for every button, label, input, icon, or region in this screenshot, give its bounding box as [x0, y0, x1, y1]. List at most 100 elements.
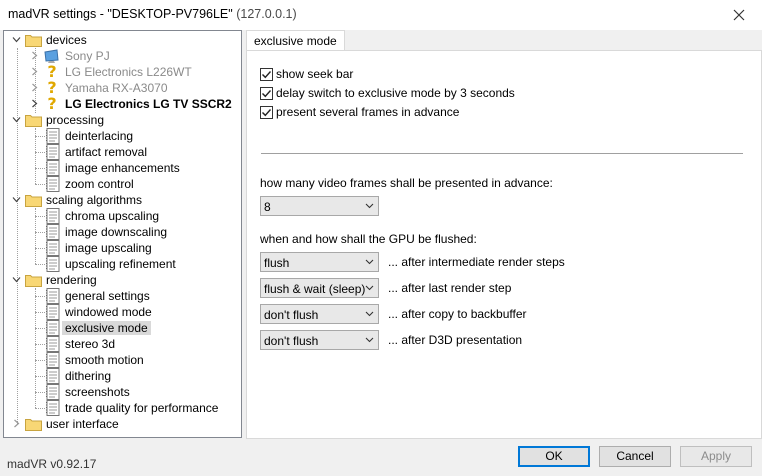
unknown-device-icon: ?	[47, 94, 57, 113]
flush-last-value: flush & wait (sleep)	[264, 282, 366, 296]
window-title: madVR settings - "DESKTOP-PV796LE" (127.…	[8, 7, 297, 21]
flush-d3d-select[interactable]: don't flush	[260, 330, 379, 350]
settings-page-icon	[46, 352, 60, 368]
settings-content: exclusive mode show seek bar delay switc…	[246, 30, 762, 439]
tree-label-general-settings: general settings	[65, 289, 150, 303]
tree-label-processing: processing	[46, 113, 105, 127]
tree-label-screenshots: screenshots	[65, 385, 130, 399]
present-frames-label: present several frames in advance	[276, 105, 460, 119]
settings-page-icon	[46, 368, 60, 384]
close-icon	[733, 9, 745, 21]
flush-intermediate-select[interactable]: flush	[260, 252, 379, 272]
checkbox-box[interactable]	[260, 87, 273, 100]
frames-select[interactable]: 8	[260, 196, 379, 216]
tree-label-lg-tv: LG Electronics LG TV SSCR2	[65, 97, 232, 111]
chevron-right-icon[interactable]	[30, 83, 39, 92]
checkbox-box[interactable]	[260, 68, 273, 81]
tree-label-windowed-mode: windowed mode	[65, 305, 152, 319]
settings-page-icon	[46, 160, 60, 176]
flush-last-select[interactable]: flush & wait (sleep)	[260, 278, 379, 298]
tree-label-dithering: dithering	[65, 369, 112, 383]
flush-backbuffer-select[interactable]: don't flush	[260, 304, 379, 324]
settings-page-icon	[46, 400, 60, 416]
tree-label-deinterlacing: deinterlacing	[65, 129, 134, 143]
tree-label-stereo-3d: stereo 3d	[65, 337, 116, 351]
tree-label-smooth-motion: smooth motion	[65, 353, 144, 367]
settings-page-icon	[46, 128, 60, 144]
chevron-down-icon	[365, 337, 374, 343]
tree-label-upscaling-refinement: upscaling refinement	[65, 257, 176, 271]
settings-page-icon	[46, 240, 60, 256]
tree-label-rendering: rendering	[46, 273, 97, 287]
folder-icon	[25, 35, 42, 47]
folder-icon	[25, 195, 42, 207]
chevron-down-icon[interactable]	[12, 195, 21, 204]
chevron-right-icon[interactable]	[30, 51, 39, 60]
settings-tree[interactable]: devices Sony PJ ? LG Electronics L226WT …	[3, 30, 242, 438]
tab-panel: show seek bar delay switch to exclusive …	[246, 50, 762, 439]
show-seek-bar-label: show seek bar	[276, 67, 354, 81]
version-label: madVR v0.92.17	[7, 457, 97, 471]
tree-label-image-enhancements: image enhancements	[65, 161, 180, 175]
chevron-down-icon[interactable]	[12, 35, 21, 44]
flush-backbuffer-value: don't flush	[264, 308, 319, 322]
tree-label-zoom-control: zoom control	[65, 177, 134, 191]
chevron-down-icon	[365, 285, 374, 291]
flush-backbuffer-label: ... after copy to backbuffer	[388, 307, 527, 321]
chevron-right-icon[interactable]	[30, 99, 39, 108]
title-bar: madVR settings - "DESKTOP-PV796LE" (127.…	[0, 0, 762, 30]
settings-page-icon	[46, 256, 60, 272]
separator	[261, 153, 743, 154]
checkmark-icon	[262, 109, 272, 117]
settings-page-icon	[46, 336, 60, 352]
flush-d3d-label: ... after D3D presentation	[388, 333, 523, 347]
tree-label-user-interface: user interface	[46, 417, 119, 431]
tree-label-image-downscaling: image downscaling	[65, 225, 168, 239]
folder-icon	[25, 419, 42, 431]
tree-label-image-upscaling: image upscaling	[65, 241, 152, 255]
chevron-right-icon[interactable]	[30, 67, 39, 76]
folder-icon	[25, 115, 42, 127]
checkmark-icon	[262, 71, 272, 79]
tree-label-trade-quality: trade quality for performance	[65, 401, 219, 415]
settings-page-icon	[46, 144, 60, 160]
flush-d3d-value: don't flush	[264, 334, 319, 348]
settings-page-icon	[46, 208, 60, 224]
delay-switch-label: delay switch to exclusive mode by 3 seco…	[276, 86, 515, 100]
settings-page-icon	[46, 288, 60, 304]
settings-page-icon	[46, 384, 60, 400]
settings-page-icon	[46, 320, 60, 336]
window-title-main: madVR settings - "DESKTOP-PV796LE"	[8, 7, 233, 21]
window-title-ip: (127.0.0.1)	[236, 7, 297, 21]
flush-label: when and how shall the GPU be flushed:	[260, 232, 477, 246]
chevron-down-icon	[365, 311, 374, 317]
tree-label-yamaha: Yamaha RX-A3070	[65, 81, 168, 95]
chevron-right-icon[interactable]	[12, 419, 21, 428]
flush-last-label: ... after last render step	[388, 281, 512, 295]
chevron-down-icon[interactable]	[12, 115, 21, 124]
tree-label-exclusive-mode: exclusive mode	[62, 321, 151, 335]
checkbox-box[interactable]	[260, 106, 273, 119]
apply-button[interactable]: Apply	[680, 446, 752, 467]
checkmark-icon	[262, 90, 272, 98]
chevron-down-icon[interactable]	[12, 275, 21, 284]
settings-page-icon	[46, 176, 60, 192]
flush-intermediate-value: flush	[264, 256, 290, 270]
frames-label: how many video frames shall be presented…	[260, 176, 553, 190]
flush-intermediate-label: ... after intermediate render steps	[388, 255, 565, 269]
close-button[interactable]	[716, 0, 762, 30]
cancel-button[interactable]: Cancel	[599, 446, 671, 467]
tree-label-lg-l226wt: LG Electronics L226WT	[65, 65, 192, 79]
chevron-down-icon	[365, 259, 374, 265]
tree-label-artifact-removal: artifact removal	[65, 145, 148, 159]
ok-button[interactable]: OK	[518, 446, 590, 467]
settings-page-icon	[46, 304, 60, 320]
tab-exclusive-mode[interactable]: exclusive mode	[246, 30, 345, 51]
settings-page-icon	[46, 224, 60, 240]
folder-icon	[25, 275, 42, 287]
tree-label-devices: devices	[46, 33, 87, 47]
monitor-icon	[44, 49, 59, 63]
frames-value: 8	[264, 200, 271, 214]
tree-label-chroma-upscaling: chroma upscaling	[65, 209, 160, 223]
tree-label-scaling: scaling algorithms	[46, 193, 143, 207]
